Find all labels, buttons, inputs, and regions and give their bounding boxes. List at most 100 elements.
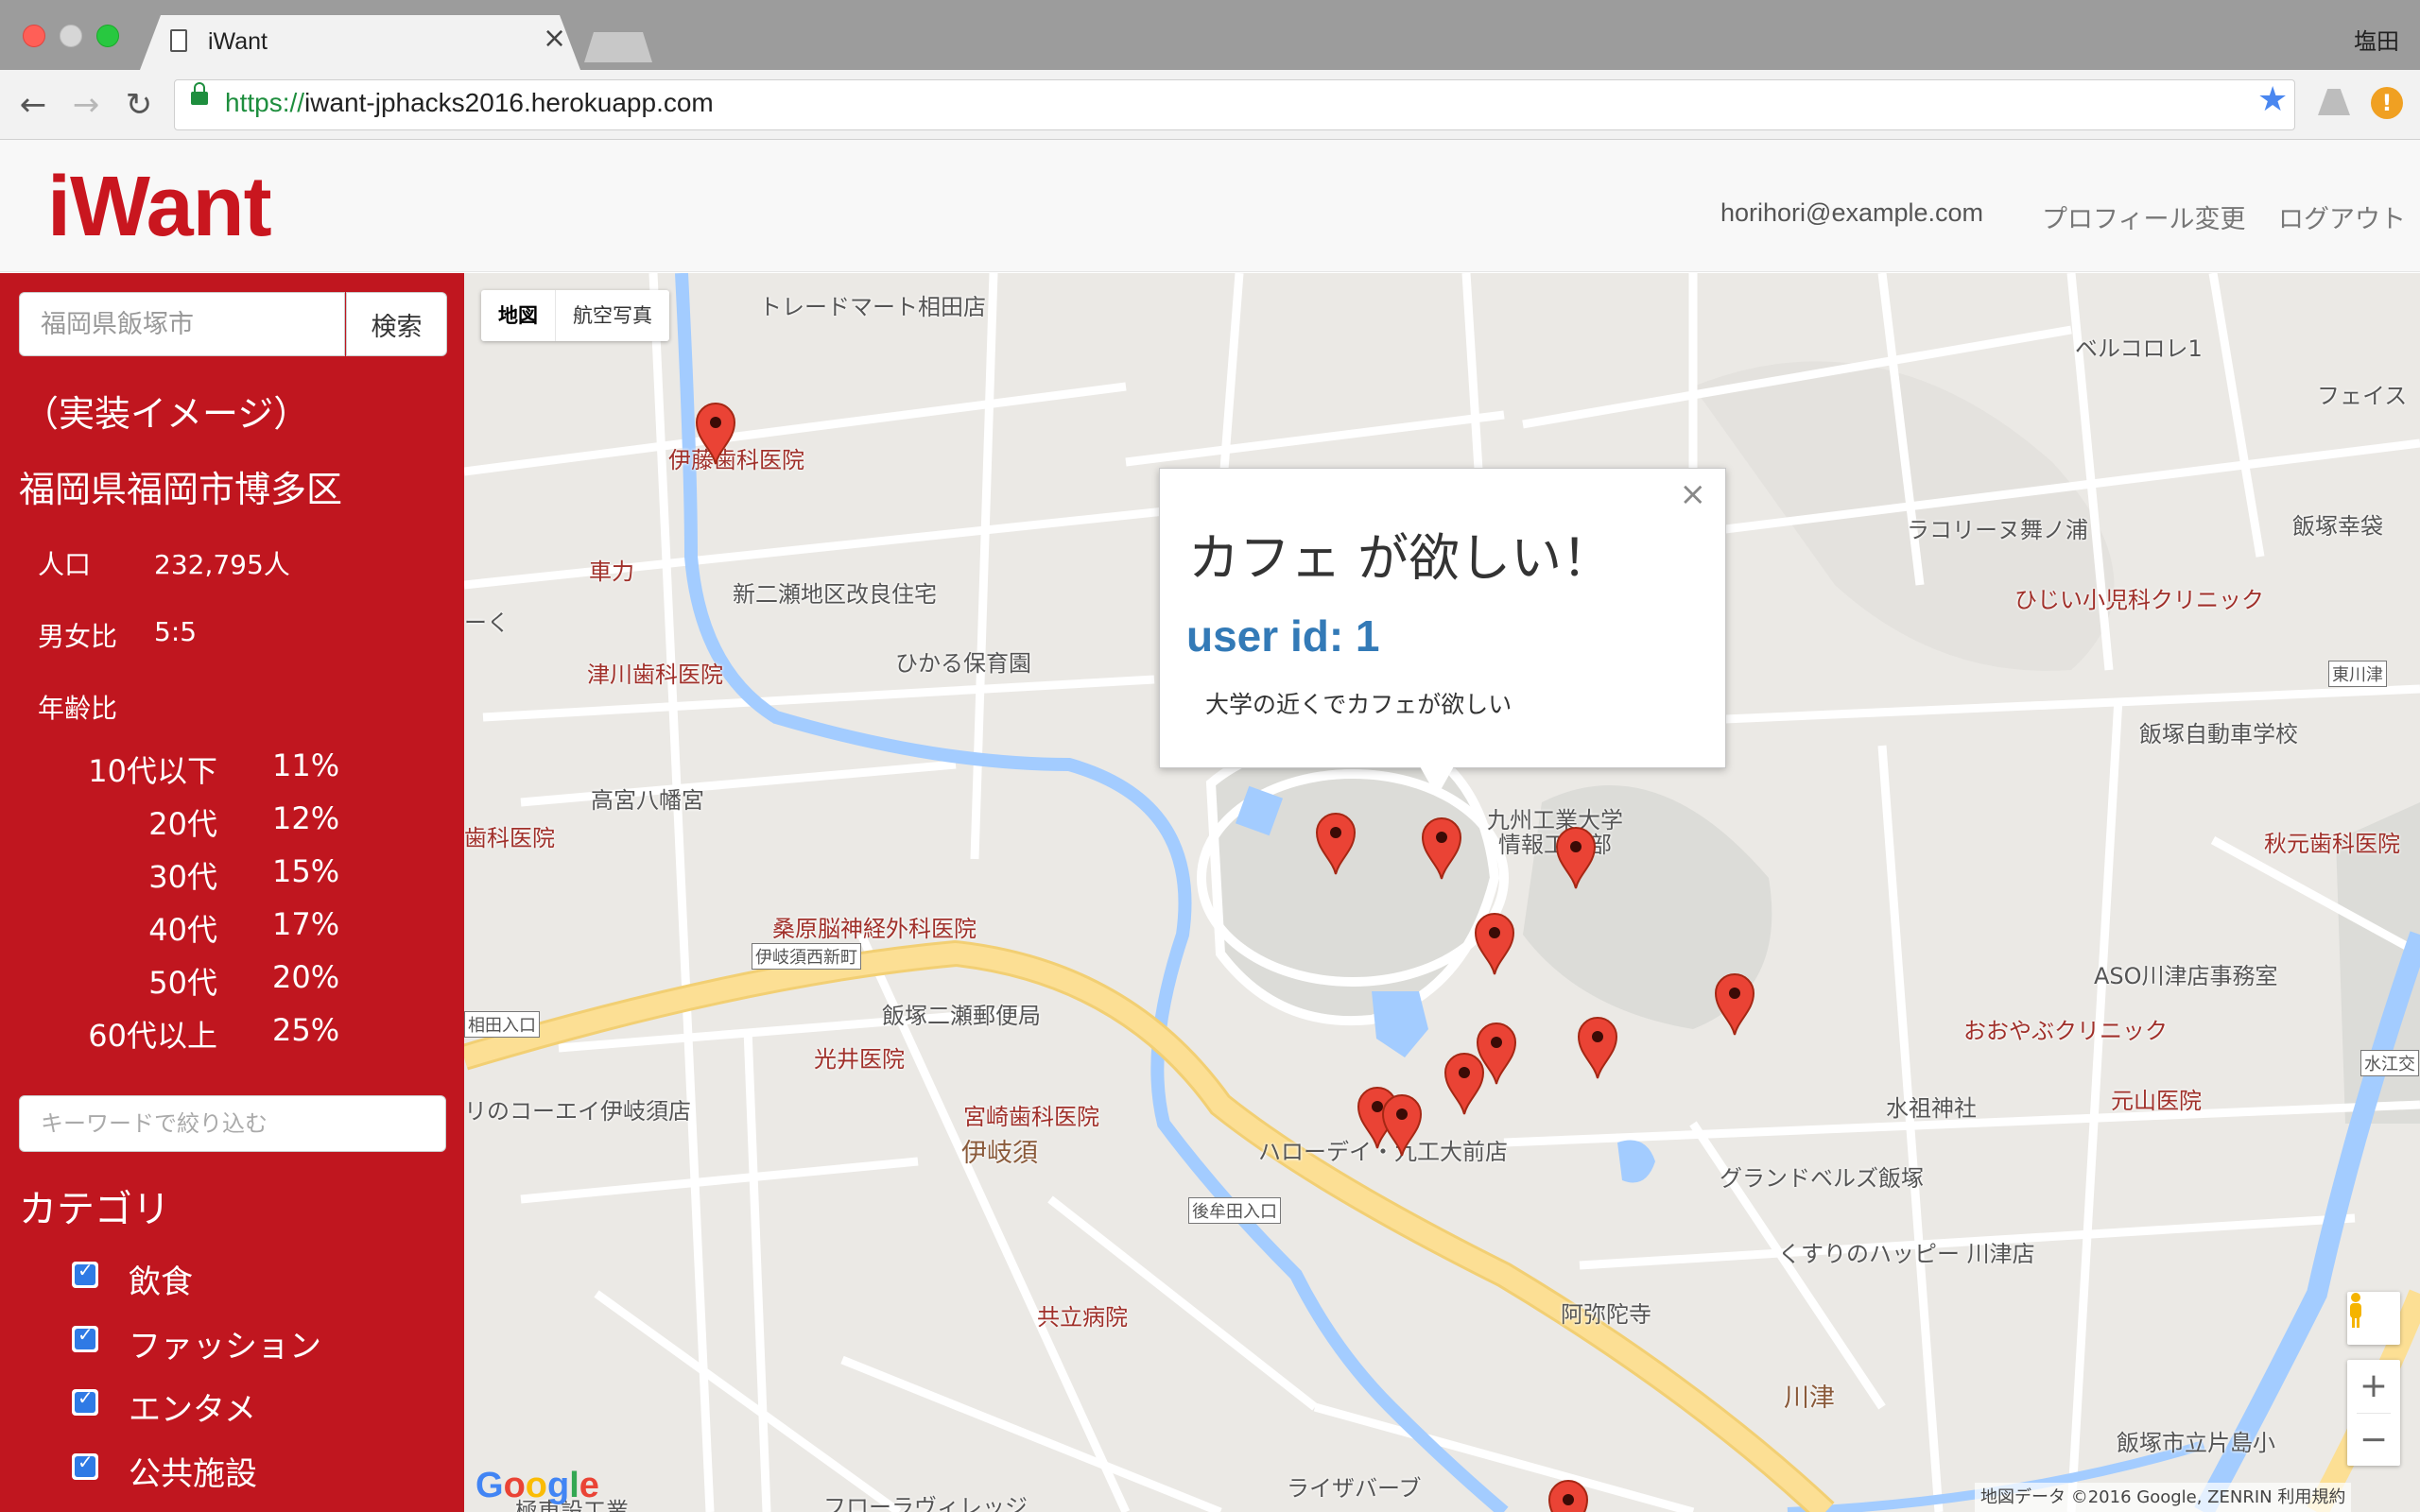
checkmark-icon: ✓ [78, 1323, 94, 1346]
map-label-poi[interactable]: フローラヴィレッジ [823, 1488, 1028, 1512]
map-label-poi[interactable]: 歯科医院 [464, 819, 555, 852]
map-label-poi[interactable]: 元山医院 [2111, 1082, 2202, 1115]
zoom-control: + − [2347, 1360, 2400, 1466]
request-marker-pin[interactable] [1474, 912, 1515, 976]
age-group-pct: 11% [272, 747, 340, 783]
map-label-poi[interactable]: トレードマート相田店 [759, 288, 986, 321]
map-label-poi[interactable]: 飯塚市立片島小 [2117, 1424, 2275, 1457]
map-label-poi[interactable]: ラコリーヌ舞ノ浦 [1907, 511, 2088, 544]
map-label-poi[interactable]: グランドベルズ飯塚 [1720, 1160, 1924, 1193]
map-label-poi[interactable]: ひかる保育園 [895, 644, 1031, 678]
browser-tab-bar: iWant × 塩田 [0, 0, 2420, 70]
request-user-id[interactable]: user id: 1 [1186, 610, 1380, 662]
zoom-in-button[interactable]: + [2347, 1360, 2400, 1413]
map-label-poi[interactable]: リのコーエイ伊岐須店 [464, 1092, 691, 1125]
map-label-poi[interactable]: 飯塚幸袋 [2292, 507, 2383, 541]
map-label-poi[interactable]: ASO川津店事務室 [2094, 957, 2278, 990]
brand-logo[interactable]: iWant [47, 159, 272, 256]
tab-close-icon[interactable]: × [543, 25, 566, 53]
map-label-intersection[interactable]: 伊岐須西新町 [752, 943, 861, 970]
bookmark-star-icon[interactable]: ★ [2257, 83, 2288, 117]
map-label-poi[interactable]: 伊藤歯科医院 [668, 441, 804, 474]
map-label-poi[interactable]: 阿弥陀寺 [1561, 1296, 1651, 1329]
map-label-poi[interactable]: 桑原脳神経外科医院 [772, 910, 977, 943]
reload-icon[interactable]: ↻ [121, 87, 157, 123]
age-group-pct: 12% [272, 800, 340, 836]
url-text[interactable]: https://iwant-jphacks2016.herokuapp.com [225, 88, 714, 118]
map-label-intersection[interactable]: 東川津 [2328, 661, 2387, 687]
map-label-intersection[interactable]: 水江交 [2360, 1050, 2419, 1076]
age-group-pct: 25% [272, 1012, 340, 1048]
map-label-poi[interactable]: ひじい小児科クリニック [2014, 581, 2264, 614]
request-marker-pin[interactable] [1315, 812, 1357, 876]
search-button[interactable]: 検索 [346, 292, 447, 356]
alert-extension-icon[interactable]: ! [2371, 87, 2403, 119]
window-close-button[interactable] [23, 25, 45, 47]
map-attribution[interactable]: 地図データ ©2016 Google, ZENRIN 利用規約 [1975, 1483, 2352, 1512]
checkmark-icon: ✓ [78, 1451, 94, 1473]
request-marker-pin[interactable] [1547, 1479, 1589, 1512]
age-group-label: 50代 [148, 965, 217, 1001]
logout-link[interactable]: ログアウト [2278, 198, 2406, 235]
region-name: 福岡県福岡市博多区 [19, 469, 343, 510]
age-group-label: 20代 [148, 806, 217, 842]
age-group-pct: 15% [272, 853, 340, 889]
map-label-poi[interactable]: 共立病院 [1037, 1298, 1128, 1332]
map-type-roadmap-button[interactable]: 地図 [481, 290, 555, 341]
new-tab-button[interactable] [584, 32, 652, 62]
request-marker-pin[interactable] [1555, 826, 1597, 890]
map-label-poi[interactable]: 宮崎歯科医院 [963, 1098, 1099, 1131]
map-label-poi[interactable]: 飯塚二瀬郵便局 [882, 997, 1041, 1030]
map-label-poi[interactable]: ベルコロレ1 [2075, 330, 2203, 363]
map-label-poi[interactable]: 飯塚自動車学校 [2139, 715, 2298, 748]
profile-edit-link[interactable]: プロフィール変更 [2042, 198, 2245, 235]
info-window-close-icon[interactable]: × [1680, 478, 1707, 510]
map-label-poi[interactable]: ライザバーブ [1287, 1469, 1422, 1503]
back-arrow-icon[interactable]: ← [15, 87, 51, 123]
user-email-link[interactable]: horihori@example.com [1720, 198, 1983, 228]
request-marker-pin[interactable] [1714, 972, 1755, 1037]
request-marker-pin[interactable] [1443, 1052, 1485, 1116]
map-label-poi[interactable]: 高宮八幡宮 [591, 782, 704, 815]
map-label-intersection[interactable]: 相田入口 [464, 1011, 540, 1038]
map-label-area[interactable]: 川津 [1784, 1377, 1835, 1414]
browser-profile-name[interactable]: 塩田 [2354, 23, 2399, 56]
request-marker-pin[interactable] [1381, 1093, 1423, 1158]
age-group-label: 40代 [148, 912, 217, 948]
map-label-intersection[interactable]: 後牟田入口 [1188, 1197, 1281, 1224]
map-label-poi[interactable]: 水祖神社 [1886, 1090, 1977, 1123]
age-ratio-label: 年齢比 [38, 693, 118, 724]
street-view-pegman-icon[interactable] [2347, 1292, 2400, 1345]
map-label-poi[interactable]: 光井医院 [814, 1040, 905, 1074]
google-logo[interactable]: Google [475, 1466, 599, 1506]
map-type-control: 地図 航空写真 [481, 290, 669, 341]
info-window-tail [1420, 766, 1454, 797]
map-label-poi[interactable]: おおやぶクリニック [1963, 1012, 2168, 1045]
forward-arrow-icon[interactable]: → [68, 87, 104, 123]
map-canvas[interactable]: 地図 航空写真 トレードマート相田店 伊藤歯科医院 車力 新二瀬地区改良住宅 ー… [464, 273, 2420, 1512]
window-minimize-button[interactable] [60, 25, 82, 47]
map-label-area[interactable]: 伊岐須 [961, 1132, 1038, 1169]
request-marker-pin-selected[interactable] [1421, 816, 1462, 881]
window-maximize-button[interactable] [96, 25, 119, 47]
category-label: 公共施設 [129, 1455, 257, 1493]
request-marker-pin[interactable] [695, 402, 736, 466]
map-label-poi[interactable]: くすりのハッピー 川津店 [1778, 1235, 2035, 1268]
map-label-poi[interactable]: フェイス [2317, 377, 2407, 410]
keyword-filter-input[interactable] [19, 1095, 446, 1152]
population-value: 232,795人 [154, 549, 290, 580]
category-title: カテゴリ [19, 1188, 170, 1231]
map-label-poi[interactable]: ーく [464, 604, 510, 637]
map-type-satellite-button[interactable]: 航空写真 [556, 290, 669, 341]
request-marker-pin[interactable] [1577, 1016, 1618, 1080]
zoom-out-button[interactable]: − [2347, 1414, 2400, 1467]
map-label-poi[interactable]: 秋元歯科医院 [2264, 825, 2400, 858]
location-search-input[interactable] [19, 292, 345, 356]
map-label-poi[interactable]: 津川歯科医院 [587, 656, 723, 689]
browser-tab[interactable] [140, 15, 580, 70]
checkmark-icon: ✓ [78, 1259, 94, 1281]
lock-icon [191, 82, 208, 105]
map-label-poi[interactable]: 車力 [589, 553, 634, 586]
age-group-pct: 20% [272, 959, 340, 995]
map-label-poi[interactable]: 新二瀬地区改良住宅 [733, 576, 937, 609]
